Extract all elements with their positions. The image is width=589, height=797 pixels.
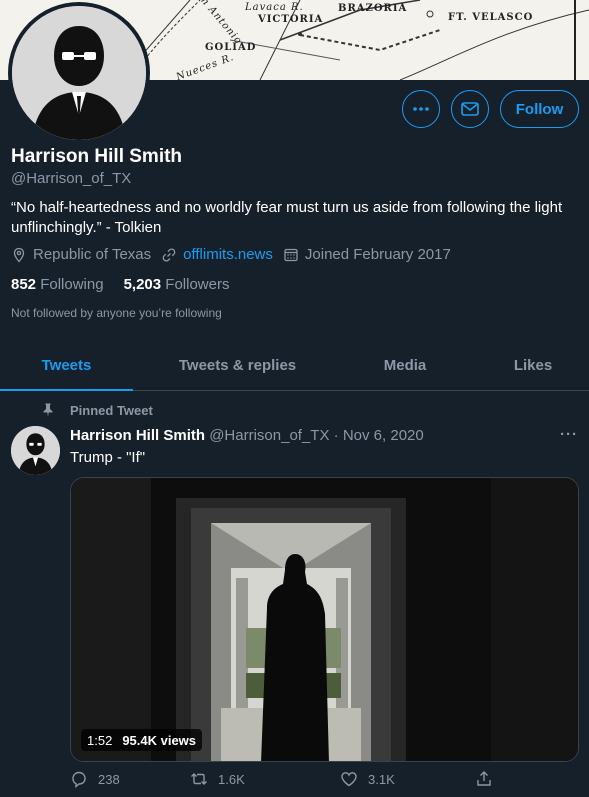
video-frame: [71, 478, 578, 761]
map-label: BRAZORIA: [338, 3, 408, 14]
calendar-icon: [284, 248, 298, 261]
follow-button[interactable]: Follow: [500, 90, 579, 128]
followers-count: 5,203: [123, 276, 162, 293]
tweet-text: Trump - "If": [70, 449, 146, 466]
like-icon: [341, 772, 357, 787]
retweet-icon: [191, 773, 207, 785]
location-text: Republic of Texas: [33, 246, 152, 263]
following-count: 852: [11, 276, 37, 293]
avatar-image: [12, 6, 146, 140]
followers-label: Followers: [165, 276, 230, 293]
tab-media[interactable]: Media: [345, 340, 465, 390]
like-button[interactable]: 3.1K: [340, 770, 395, 788]
like-count: 3.1K: [368, 771, 395, 787]
reply-icon: [72, 771, 86, 788]
share-button[interactable]: [475, 770, 503, 788]
map-label: FT. VELASCO: [448, 12, 534, 23]
reply-button[interactable]: 238: [70, 770, 120, 788]
pinned-indicator: Pinned Tweet: [40, 402, 153, 418]
map-label: VICTORIA: [258, 14, 324, 25]
profile-joined: Joined February 2017: [283, 246, 451, 263]
profile-website[interactable]: offlimits.news: [161, 246, 273, 263]
profile-bio: “No half-heartedness and no worldly fear…: [11, 199, 563, 236]
pinned-label: Pinned Tweet: [70, 402, 153, 418]
location-icon: [13, 247, 25, 262]
mail-icon: [461, 102, 479, 116]
following-label: Following: [40, 276, 104, 293]
profile-meta: Republic of Texas offlimits.news Joined …: [11, 246, 461, 263]
tweet-author-name[interactable]: Harrison Hill Smith: [70, 427, 205, 444]
website-link[interactable]: offlimits.news: [183, 246, 273, 263]
joined-text: Joined February 2017: [304, 246, 451, 263]
more-button[interactable]: [402, 90, 440, 128]
tab-likes[interactable]: Likes: [478, 340, 588, 390]
profile-avatar[interactable]: [8, 2, 150, 144]
tweet-author-handle[interactable]: @Harrison_of_TX: [209, 427, 329, 444]
reply-count: 238: [98, 771, 120, 787]
retweet-button[interactable]: 1.6K: [190, 770, 245, 788]
tweet-separator: ·: [333, 427, 339, 444]
link-icon: [162, 247, 176, 262]
profile-tabs: Tweets Tweets & replies Media Likes: [0, 340, 589, 391]
tab-tweets-replies[interactable]: Tweets & replies: [145, 340, 330, 390]
following-stat[interactable]: 852 Following: [11, 276, 104, 293]
tweet-more-button[interactable]: ···: [560, 426, 578, 443]
map-label: Lavaca R.: [245, 2, 304, 13]
not-followed-note: Not followed by anyone you’re following: [11, 306, 222, 320]
followers-stat[interactable]: 5,203 Followers: [124, 276, 230, 293]
profile-stats: 852 Following 5,203 Followers: [11, 276, 249, 293]
tweet-date[interactable]: Nov 6, 2020: [343, 427, 424, 444]
tweet-actions: 238 1.6K 3.1K: [70, 770, 579, 794]
video-views: 95.4K views: [122, 732, 197, 748]
profile-handle: @Harrison_of_TX: [11, 170, 132, 187]
tab-tweets[interactable]: Tweets: [0, 340, 133, 391]
message-button[interactable]: [451, 90, 489, 128]
pin-icon: [43, 403, 53, 417]
tweet-video[interactable]: 1:52 95.4K views: [70, 477, 579, 762]
more-icon: [413, 107, 429, 111]
profile-location: Republic of Texas: [11, 246, 151, 263]
tweet-avatar[interactable]: [11, 426, 60, 475]
retweet-count: 1.6K: [218, 771, 245, 787]
video-duration: 1:52: [87, 732, 113, 748]
share-icon: [477, 771, 491, 786]
profile-name: Harrison Hill Smith: [11, 146, 183, 167]
video-badge: 1:52 95.4K views: [81, 729, 203, 751]
tweet-header: Harrison Hill Smith @Harrison_of_TX · No…: [70, 427, 424, 444]
